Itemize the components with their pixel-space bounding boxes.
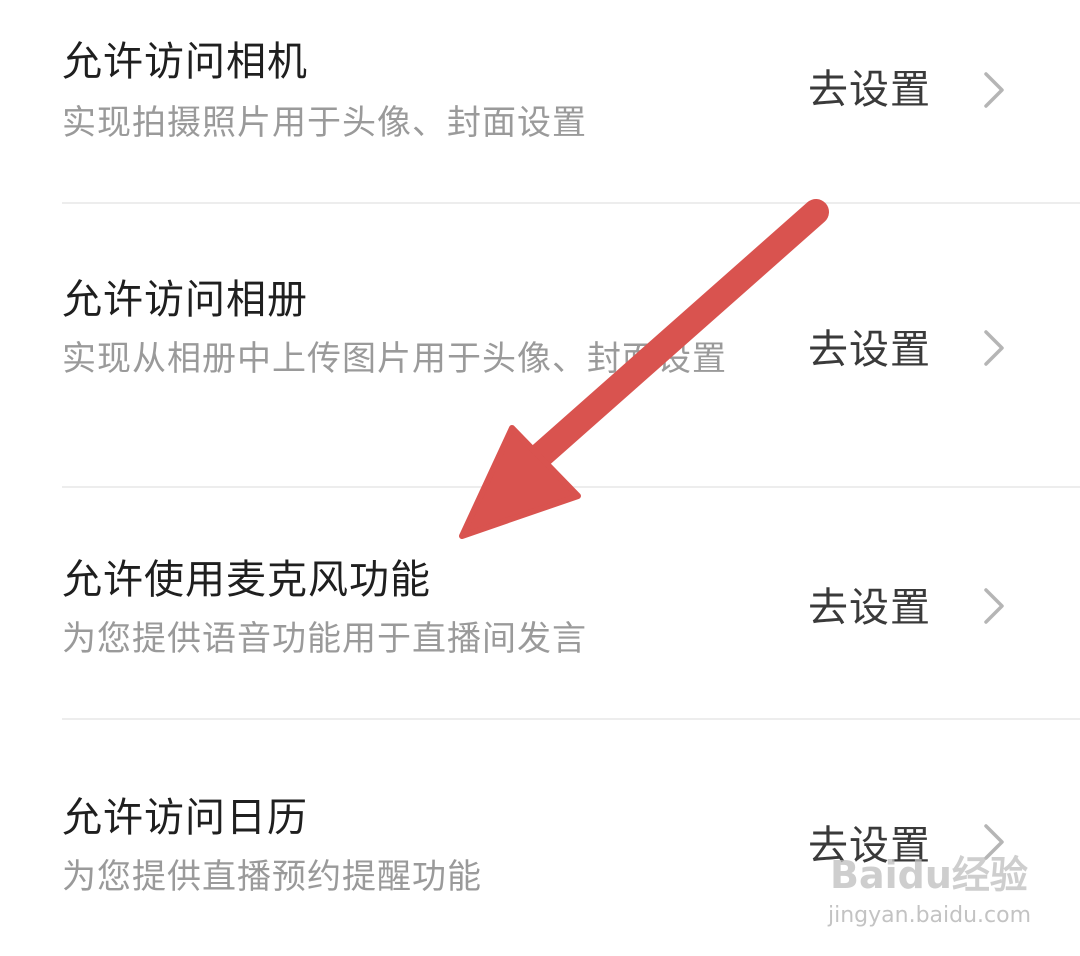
permission-row-microphone[interactable]: 允许使用麦克风功能 为您提供语音功能用于直播间发言 去设置 <box>0 488 1080 718</box>
permission-description: 为您提供语音功能用于直播间发言 <box>62 619 587 659</box>
permission-title: 允许使用麦克风功能 <box>62 557 431 603</box>
permission-row-camera[interactable]: 允许访问相机 实现拍摄照片用于头像、封面设置 去设置 <box>0 0 1080 202</box>
go-settings-button[interactable]: 去设置 <box>808 66 931 114</box>
permission-row-album[interactable]: 允许访问相册 实现从相册中上传图片用于头像、封面设置 去设置 <box>0 204 1080 486</box>
chevron-right-icon[interactable] <box>980 328 1008 368</box>
permission-title: 允许访问相册 <box>62 277 308 323</box>
go-settings-button[interactable]: 去设置 <box>808 584 931 632</box>
permission-list: 允许访问相机 实现拍摄照片用于头像、封面设置 去设置 允许访问相册 实现从相册中… <box>0 0 1080 956</box>
chevron-right-icon[interactable] <box>980 586 1008 626</box>
permission-description: 实现从相册中上传图片用于头像、封面设置 <box>62 339 727 379</box>
chevron-right-icon[interactable] <box>980 70 1008 110</box>
permission-title: 允许访问日历 <box>62 795 308 841</box>
permission-row-calendar[interactable]: 允许访问日历 为您提供直播预约提醒功能 去设置 <box>0 720 1080 956</box>
permission-title: 允许访问相机 <box>62 39 308 85</box>
permission-description: 实现拍摄照片用于头像、封面设置 <box>62 103 587 143</box>
chevron-right-icon[interactable] <box>980 822 1008 862</box>
permission-description: 为您提供直播预约提醒功能 <box>62 857 482 897</box>
go-settings-button[interactable]: 去设置 <box>808 822 931 870</box>
go-settings-button[interactable]: 去设置 <box>808 326 931 374</box>
